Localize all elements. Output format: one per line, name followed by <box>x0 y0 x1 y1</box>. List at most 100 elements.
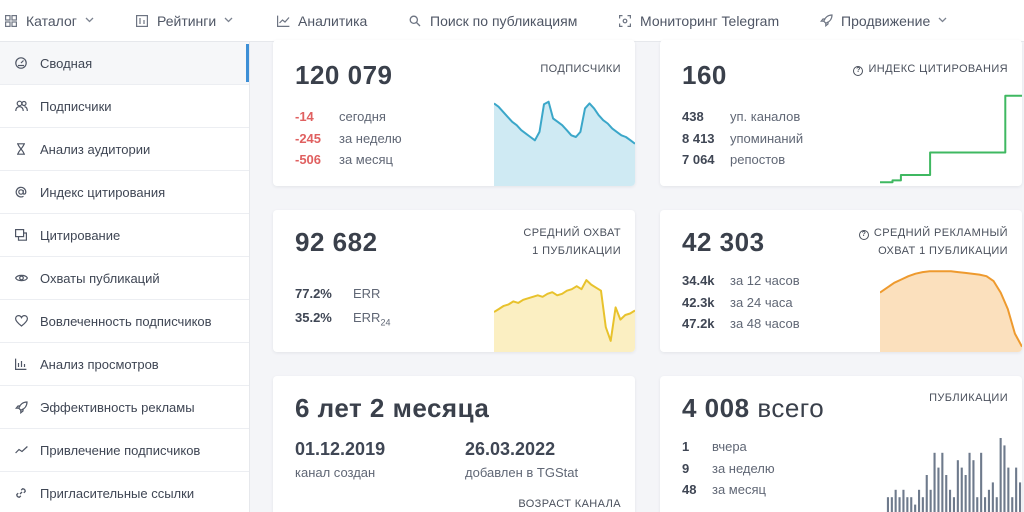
stat-row: 9 за неделю <box>682 461 775 476</box>
card-channel-age: 6 лет 2 месяца 01.12.2019 канал создан 2… <box>273 376 635 512</box>
posts-bar <box>987 489 990 512</box>
sidebar-item-engagement[interactable]: Вовлеченность подписчиков <box>0 300 249 343</box>
sidebar-item-views[interactable]: Анализ просмотров <box>0 343 249 386</box>
sidebar-item-label: Охваты публикаций <box>40 270 160 286</box>
sidebar-item-label: Эффективность рекламы <box>40 399 195 415</box>
added-label: добавлен в TGStat <box>465 465 579 480</box>
sparkline-area <box>494 101 635 186</box>
rocket-icon <box>14 400 28 414</box>
posts-bar <box>991 482 994 512</box>
rating-icon <box>135 14 149 28</box>
stat-row: 42.3k за 24 часа <box>682 295 793 310</box>
citation-value: 160 <box>682 60 727 90</box>
sidebar-item-citations[interactable]: Цитирование <box>0 214 249 257</box>
posts-bar <box>984 497 987 512</box>
nav-item-monitoring[interactable]: Мониторинг Telegram <box>618 0 779 42</box>
sidebar-item-audience[interactable]: Анализ аудитории <box>0 128 249 171</box>
grid-icon <box>4 14 18 28</box>
sidebar-item-invite-links[interactable]: Пригласительные ссылки <box>0 472 249 512</box>
card-subscribers: 120 079 ПОДПИСЧИКИ -14 сегодня -245 за нед… <box>273 40 635 186</box>
posts-bar <box>1007 467 1010 512</box>
top-navigation: Каталог Рейтинги Аналитика Поиск по публ… <box>0 0 1024 42</box>
posts-bar <box>886 497 889 512</box>
sidebar-item-ad-efficiency[interactable]: Эффективность рекламы <box>0 386 249 429</box>
posts-bar <box>995 497 998 512</box>
sidebar-item-label: Сводная <box>40 55 93 71</box>
posts-bar <box>925 475 928 512</box>
ad-reach-label: ? СРЕДНИЙ РЕКЛАМНЫЙ ОХВАТ 1 ПУБЛИКАЦИИ <box>858 224 1008 260</box>
trend-icon <box>14 443 28 457</box>
chevron-down-icon <box>85 15 94 26</box>
nav-item-search[interactable]: Поиск по публикациям <box>408 0 577 42</box>
citation-sparkline <box>880 94 1022 184</box>
sidebar-item-label: Пригласительные ссылки <box>40 485 195 501</box>
nav-item-promotion[interactable]: Продвижение <box>819 0 947 42</box>
posts-bar <box>929 489 932 512</box>
nav-item-catalog[interactable]: Каталог <box>4 0 94 42</box>
stat-row: -245 за неделю <box>295 131 402 146</box>
ad-reach-value: 42 303 <box>682 227 765 257</box>
citation-label: ? ИНДЕКС ЦИТИРОВАНИЯ <box>853 60 1008 78</box>
reach-value: 92 682 <box>295 227 378 257</box>
posts-bar <box>933 452 936 512</box>
card-reach: 92 682 СРЕДНИЙ ОХВАТ 1 ПУБЛИКАЦИИ 77.2% ER… <box>273 210 635 352</box>
stat-row: -14 сегодня <box>295 109 386 124</box>
card-citation-index: 160 ? ИНДЕКС ЦИТИРОВАНИЯ 438 уп. каналов 8… <box>660 40 1022 186</box>
ad-reach-sparkline <box>880 270 1022 352</box>
posts-bar <box>976 497 979 512</box>
subscribers-value: 120 079 <box>295 60 393 90</box>
subscribers-label: ПОДПИСЧИКИ <box>540 63 621 75</box>
posts-bar <box>902 489 905 512</box>
created-date: 01.12.2019 <box>295 439 386 459</box>
sidebar-item-subscribers[interactable]: Подписчики <box>0 85 249 128</box>
posts-bar <box>898 497 901 512</box>
nav-item-label: Продвижение <box>841 12 931 29</box>
posts-bar-chart <box>886 438 1022 512</box>
sidebar-item-label: Анализ просмотров <box>40 356 159 372</box>
posts-value: 4 008 всего <box>682 393 825 423</box>
sidebar-item-summary[interactable]: Сводная <box>0 42 249 85</box>
question-icon: ? <box>858 230 869 240</box>
link-icon <box>14 486 28 500</box>
posts-bar <box>1019 482 1022 512</box>
monitor-icon <box>618 14 632 28</box>
heart-icon <box>14 314 28 328</box>
hourglass-icon <box>14 142 28 156</box>
stat-row: 1 вчера <box>682 439 747 454</box>
nav-item-label: Мониторинг Telegram <box>640 12 780 29</box>
sparkline-line <box>880 94 1022 184</box>
sidebar-item-citation-index[interactable]: Индекс цитирования <box>0 171 249 214</box>
rocket-icon <box>819 14 833 28</box>
posts-bar <box>910 497 913 512</box>
nav-item-analytics[interactable]: Аналитика <box>276 0 367 42</box>
subscribers-sparkline <box>494 100 635 186</box>
posts-bar <box>914 504 917 512</box>
stat-row: 7 064 репостов <box>682 152 786 167</box>
sidebar-item-label: Подписчики <box>40 98 112 114</box>
dashboard-icon <box>14 56 28 70</box>
sidebar-item-label: Анализ аудитории <box>40 141 151 157</box>
err24-row: 35.2% ERR24 <box>295 310 391 328</box>
reach-label: СРЕДНИЙ ОХВАТ 1 ПУБЛИКАЦИИ <box>523 227 621 257</box>
posts-bar <box>1003 445 1006 512</box>
posts-bar <box>1011 497 1014 512</box>
posts-bar <box>918 489 921 512</box>
posts-bar <box>964 475 967 512</box>
posts-bar <box>952 497 955 512</box>
nav-item-label: Аналитика <box>298 12 368 29</box>
posts-bar <box>956 460 959 512</box>
sidebar-item-label: Вовлеченность подписчиков <box>40 313 212 329</box>
sidebar-item-reach[interactable]: Охваты публикаций <box>0 257 249 300</box>
nav-item-ratings[interactable]: Рейтинги <box>135 0 233 42</box>
stat-row: 34.4k за 12 часов <box>682 273 800 288</box>
stat-row: 47.2k за 48 часов <box>682 316 800 331</box>
chart-icon <box>276 14 290 28</box>
reach-sparkline <box>494 279 635 352</box>
nav-item-label: Поиск по публикациям <box>430 12 578 29</box>
err-row: 77.2% ERR <box>295 286 381 301</box>
created-label: канал создан <box>295 465 376 480</box>
posts-bar <box>941 452 944 512</box>
sidebar-item-acquisition[interactable]: Привлечение подписчиков <box>0 429 249 472</box>
sidebar: Сводная Подписчики Анализ аудитории Инде… <box>0 42 250 512</box>
card-ad-reach: 42 303 ? СРЕДНИЙ РЕКЛАМНЫЙ ОХВАТ 1 ПУБЛИКА… <box>660 210 1022 352</box>
